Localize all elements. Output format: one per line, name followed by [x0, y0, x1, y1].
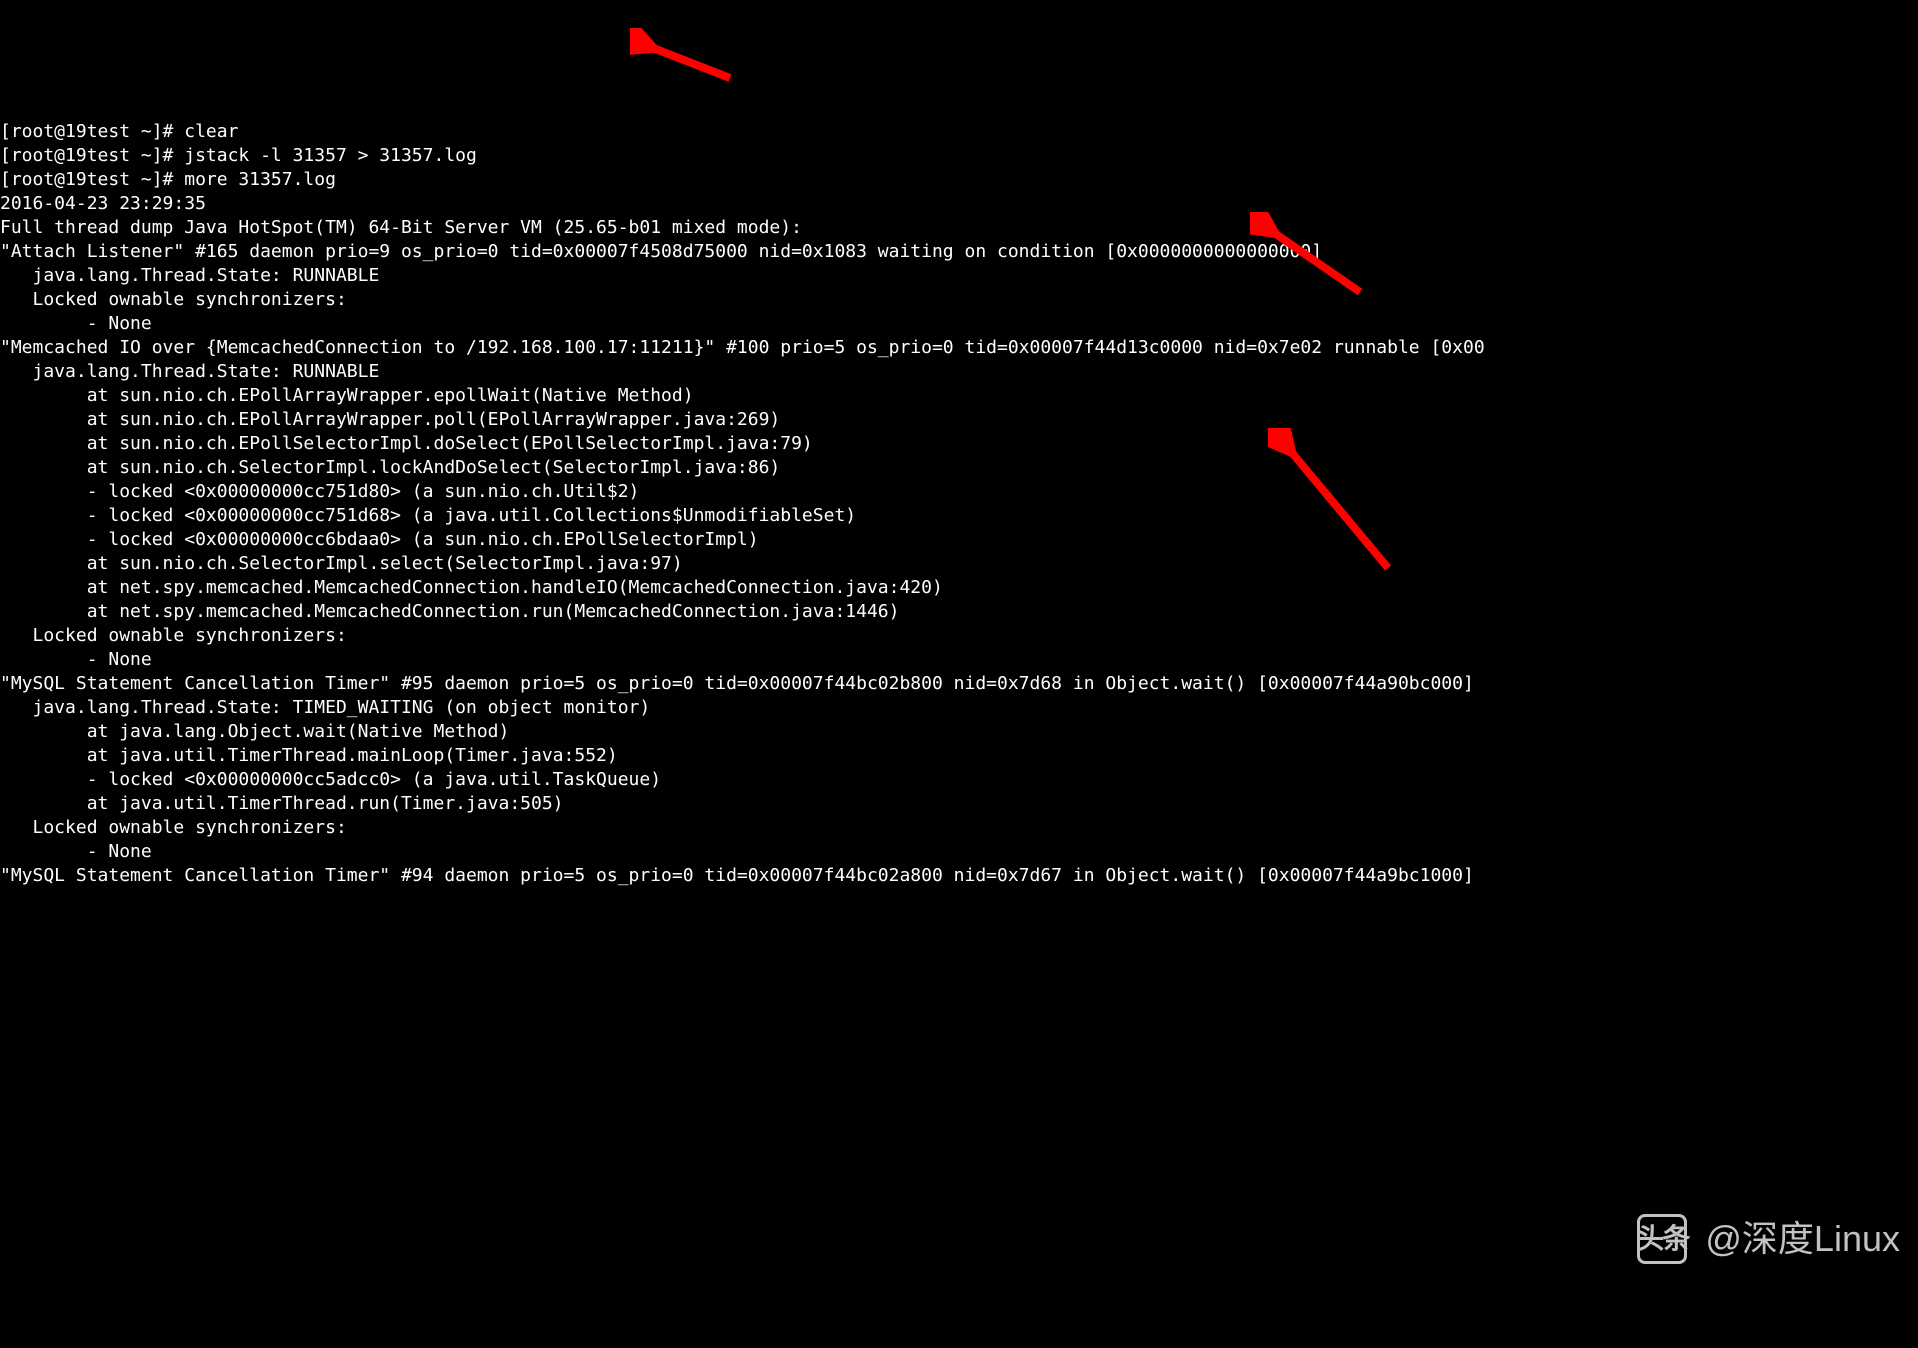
terminal-line: at sun.nio.ch.EPollSelectorImpl.doSelect… — [0, 432, 1918, 456]
terminal-line: 2016-04-23 23:29:35 — [0, 192, 1918, 216]
terminal-line: [root@19test ~]# jstack -l 31357 > 31357… — [0, 144, 1918, 168]
terminal-line: - locked <0x00000000cc6bdaa0> (a sun.nio… — [0, 528, 1918, 552]
terminal-line: "MySQL Statement Cancellation Timer" #95… — [0, 672, 1918, 696]
terminal-line: at sun.nio.ch.EPollArrayWrapper.epollWai… — [0, 384, 1918, 408]
terminal-line: at java.lang.Object.wait(Native Method) — [0, 720, 1918, 744]
terminal-line: at sun.nio.ch.EPollArrayWrapper.poll(EPo… — [0, 408, 1918, 432]
watermark-handle: @深度Linux — [1705, 1227, 1900, 1251]
terminal-line: - None — [0, 840, 1918, 864]
terminal-line: at net.spy.memcached.MemcachedConnection… — [0, 576, 1918, 600]
terminal-line: at sun.nio.ch.SelectorImpl.lockAndDoSele… — [0, 456, 1918, 480]
terminal-line: "MySQL Statement Cancellation Timer" #94… — [0, 864, 1918, 888]
terminal-line: [root@19test ~]# more 31357.log — [0, 168, 1918, 192]
terminal-line: Locked ownable synchronizers: — [0, 288, 1918, 312]
toutiao-logo-icon: 头条 — [1637, 1214, 1687, 1264]
terminal-line: [root@19test ~]# clear — [0, 120, 1918, 144]
watermark: 头条 @深度Linux — [1637, 1214, 1900, 1264]
terminal-line: Locked ownable synchronizers: — [0, 816, 1918, 840]
terminal-line: - locked <0x00000000cc5adcc0> (a java.ut… — [0, 768, 1918, 792]
annotation-arrow-1 — [630, 28, 740, 88]
terminal-line: at java.util.TimerThread.run(Timer.java:… — [0, 792, 1918, 816]
terminal-line: java.lang.Thread.State: RUNNABLE — [0, 360, 1918, 384]
terminal-line: java.lang.Thread.State: TIMED_WAITING (o… — [0, 696, 1918, 720]
terminal-line: "Memcached IO over {MemcachedConnection … — [0, 336, 1918, 360]
terminal-line: Full thread dump Java HotSpot(TM) 64-Bit… — [0, 216, 1918, 240]
terminal-output[interactable]: [root@19test ~]# clear[root@19test ~]# j… — [0, 120, 1918, 888]
terminal-line: java.lang.Thread.State: RUNNABLE — [0, 264, 1918, 288]
terminal-line: - None — [0, 648, 1918, 672]
terminal-line: - None — [0, 312, 1918, 336]
terminal-line: - locked <0x00000000cc751d80> (a sun.nio… — [0, 480, 1918, 504]
terminal-line: "Attach Listener" #165 daemon prio=9 os_… — [0, 240, 1918, 264]
terminal-line: Locked ownable synchronizers: — [0, 624, 1918, 648]
terminal-line: at net.spy.memcached.MemcachedConnection… — [0, 600, 1918, 624]
terminal-line: at sun.nio.ch.SelectorImpl.select(Select… — [0, 552, 1918, 576]
terminal-line: at java.util.TimerThread.mainLoop(Timer.… — [0, 744, 1918, 768]
terminal-line: - locked <0x00000000cc751d68> (a java.ut… — [0, 504, 1918, 528]
